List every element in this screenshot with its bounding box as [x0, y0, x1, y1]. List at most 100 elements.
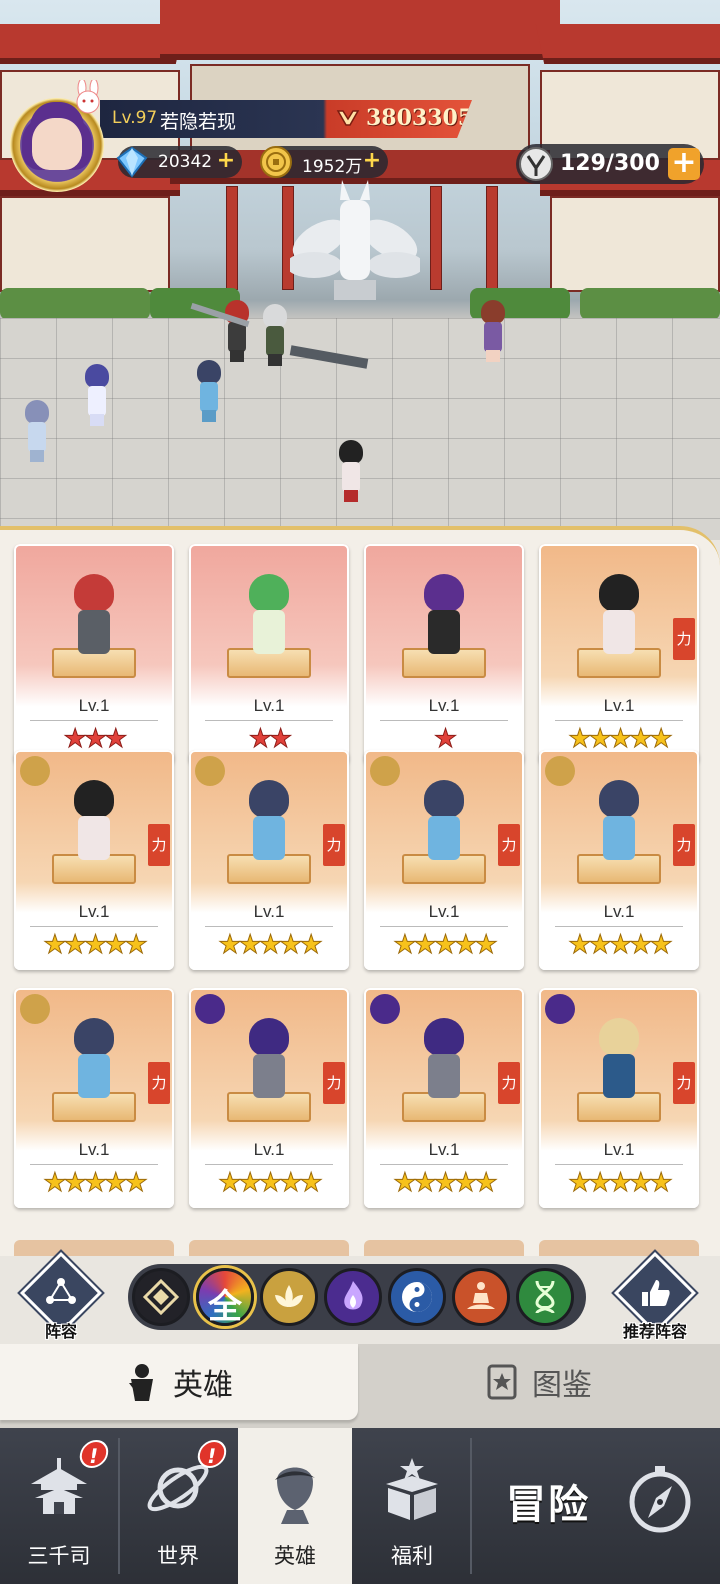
hero-card[interactable]: [14, 1240, 174, 1256]
hero-stars: ★★★★★: [393, 1168, 499, 1199]
card-divider: [555, 926, 683, 927]
hero-card[interactable]: 力 Lv.1 ★★★★★: [14, 988, 174, 1208]
tab-codex[interactable]: 图鉴: [358, 1344, 720, 1420]
faction-meditation-button[interactable]: [452, 1268, 510, 1326]
hero-stars: ★★★★★: [218, 1168, 324, 1199]
nav-heroes[interactable]: 英雄: [238, 1428, 352, 1584]
nav-world-label: 世界: [157, 1544, 199, 1568]
nav-sanqiansi-label: 三千司: [27, 1544, 91, 1568]
hedge: [580, 288, 720, 320]
player-level: Lv.97: [112, 108, 158, 128]
nav-adventure[interactable]: 冒险: [470, 1428, 720, 1584]
hero-level: Lv.1: [428, 902, 460, 921]
card-divider: [380, 926, 508, 927]
hero-card[interactable]: [364, 1240, 524, 1256]
hero-portrait: [414, 780, 474, 870]
hero-card[interactable]: Lv.1 ★★: [189, 544, 349, 764]
hero-level: Lv.1: [78, 902, 110, 921]
add-gold-button[interactable]: +: [360, 150, 384, 174]
bottom-nav: ! 三千司 ! 世界 英雄 福利 冒险: [0, 1428, 720, 1584]
card-divider: [30, 1164, 158, 1165]
center-roof: [160, 0, 560, 60]
recommend-formation-button[interactable]: 推荐阵容: [612, 1251, 698, 1346]
hero-class-tag: 力: [673, 1062, 695, 1104]
faction-dna-button[interactable]: [516, 1268, 574, 1326]
nav-sanqiansi[interactable]: ! 三千司: [0, 1428, 118, 1584]
formation-button[interactable]: 阵容: [18, 1251, 104, 1346]
nav-welfare-label: 福利: [391, 1544, 433, 1568]
hero-portrait: [589, 574, 649, 664]
hero-class-tag: 力: [498, 824, 520, 866]
hero-portrait: [239, 574, 299, 664]
hero-card[interactable]: 力 Lv.1 ★★★★★: [539, 750, 699, 970]
stamina-amount: 129/300: [560, 151, 660, 176]
faction-flame-button[interactable]: [324, 1268, 382, 1326]
hero-card[interactable]: Lv.1 ★★★: [14, 544, 174, 764]
hero-list-panel: Lv.1 ★★★ Lv.1 ★★ Lv.1 ★ 力 Lv.1 ★★★★★ 力 Lv.1 ★★★★★ 力 L…: [0, 526, 720, 1256]
hero-portrait: [589, 1018, 649, 1108]
gold-counter: 1952万 +: [260, 146, 388, 178]
hero-card[interactable]: Lv.1 ★: [364, 544, 524, 764]
hero-card[interactable]: 力 Lv.1 ★★★★★: [364, 988, 524, 1208]
faction-taiji-button[interactable]: [388, 1268, 446, 1326]
card-divider: [380, 1164, 508, 1165]
hero-level: Lv.1: [428, 696, 460, 715]
lotus-faction-icon: [20, 756, 50, 786]
hero-level: Lv.1: [603, 902, 635, 921]
faction-all-button[interactable]: 全: [196, 1268, 254, 1327]
battle-scene: [0, 0, 720, 540]
hero-portrait: [64, 1018, 124, 1108]
card-divider: [555, 720, 683, 721]
hero-card[interactable]: 力 Lv.1 ★★★★★: [539, 544, 699, 764]
hero-card[interactable]: 力 Lv.1 ★★★★★: [189, 750, 349, 970]
diamond-icon: [116, 146, 148, 178]
lotus-faction-icon: [20, 994, 50, 1024]
diamond-icon: [142, 1278, 180, 1316]
nav-adventure-label: 冒险: [506, 1482, 590, 1528]
formation-label: 阵容: [44, 1322, 77, 1341]
lotus-faction-icon: [195, 756, 225, 786]
hero-card[interactable]: [539, 1240, 699, 1256]
alert-badge: !: [77, 1440, 111, 1468]
flame-icon: [344, 1281, 363, 1310]
add-stamina-button[interactable]: +: [668, 148, 700, 180]
hero-card[interactable]: 力 Lv.1 ★★★★★: [189, 988, 349, 1208]
hero-stars: ★★★★★: [43, 930, 149, 961]
stamina-icon: [519, 147, 553, 181]
hero-portrait: [64, 780, 124, 870]
player-info-bar: Lv.97 若隐若现 3803305: [100, 100, 472, 138]
left-gate-wall: [0, 196, 170, 292]
combat-power-icon: [336, 110, 360, 126]
hero-card[interactable]: [189, 1240, 349, 1256]
left-roof: [0, 24, 185, 64]
filter-bar: 阵容 全 推荐阵容: [0, 1251, 720, 1348]
faction-lotus-button[interactable]: [260, 1268, 318, 1326]
stamina-counter: 129/300 +: [516, 144, 704, 184]
hedge: [0, 288, 150, 320]
hero-stars: ★★★★★: [218, 930, 324, 961]
bunny-icon: [76, 80, 100, 114]
card-divider: [555, 1164, 683, 1165]
player-avatar[interactable]: [6, 80, 112, 192]
nav-world[interactable]: ! 世界: [120, 1428, 236, 1584]
recommend-formation-label: 推荐阵容: [622, 1322, 687, 1341]
hero-level: Lv.1: [253, 696, 285, 715]
gold-amount: 1952万: [302, 157, 363, 177]
hero-card[interactable]: 力 Lv.1 ★★★★★: [14, 750, 174, 970]
hero-card[interactable]: 力 Lv.1 ★★★★★: [364, 750, 524, 970]
hero-level: Lv.1: [428, 1140, 460, 1159]
alert-badge: !: [195, 1440, 229, 1468]
add-diamond-button[interactable]: +: [214, 150, 238, 174]
hero-class-tag: 力: [323, 824, 345, 866]
hero-level: Lv.1: [78, 696, 110, 715]
tab-heroes[interactable]: 英雄: [0, 1344, 358, 1420]
nav-welfare[interactable]: 福利: [354, 1428, 470, 1584]
hero-level: Lv.1: [78, 1140, 110, 1159]
hero-portrait: [414, 574, 474, 664]
faction-diamond-button[interactable]: [132, 1268, 190, 1326]
hero-portrait: [589, 780, 649, 870]
hero-stars: ★★★★★: [43, 1168, 149, 1199]
card-divider: [205, 1164, 333, 1165]
hero-card[interactable]: 力 Lv.1 ★★★★★: [539, 988, 699, 1208]
codex-book-icon: [487, 1364, 517, 1400]
